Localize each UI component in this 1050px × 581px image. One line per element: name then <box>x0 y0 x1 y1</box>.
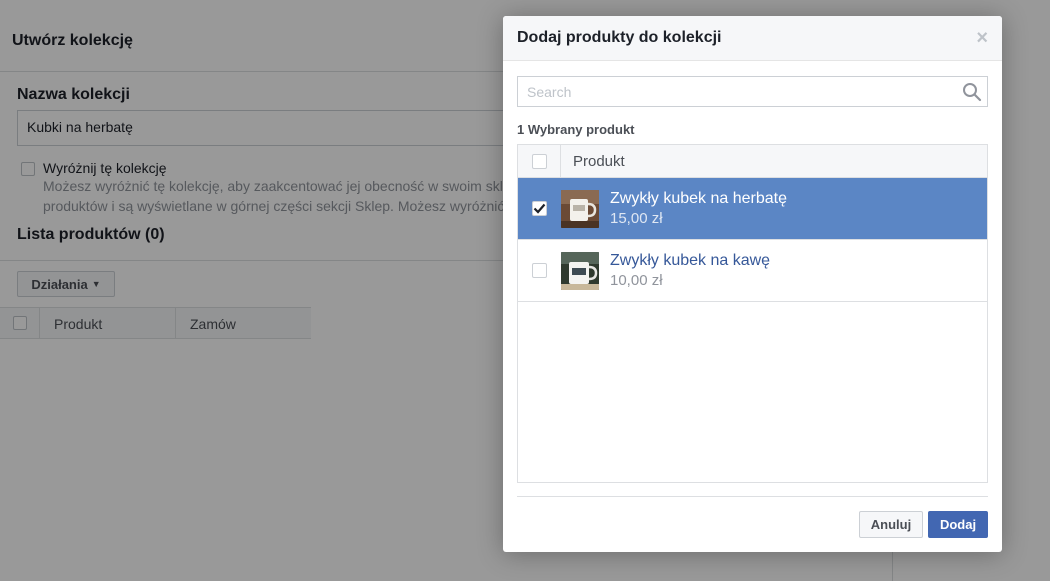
checkmark-icon <box>533 203 546 214</box>
row-checkbox-checked[interactable] <box>532 201 547 216</box>
product-thumbnail-tea-mug <box>561 189 599 228</box>
product-price: 10,00 zł <box>610 271 663 289</box>
add-products-dialog: Dodaj produkty do kolekcji × 1 Wybrany p… <box>503 16 1002 552</box>
product-table: Produkt Zwykły kubek na herbatę 15,00 zł… <box>517 144 988 483</box>
product-table-header: Produkt <box>518 145 987 178</box>
search-box <box>517 76 988 107</box>
search-icon[interactable] <box>961 81 983 103</box>
select-all-checkbox[interactable] <box>531 153 547 169</box>
dialog-header: Dodaj produkty do kolekcji × <box>503 16 1002 61</box>
table-row[interactable]: Zwykły kubek na kawę 10,00 zł <box>518 240 987 302</box>
product-thumbnail-coffee-mug <box>561 251 599 290</box>
dialog-title: Dodaj produkty do kolekcji <box>517 29 722 46</box>
product-price: 15,00 zł <box>610 209 663 227</box>
product-name: Zwykły kubek na herbatę <box>610 189 787 207</box>
product-name: Zwykły kubek na kawę <box>610 251 771 269</box>
row-checkbox[interactable] <box>532 263 547 278</box>
selected-count: 1 Wybrany produkt <box>517 122 635 137</box>
table-row[interactable]: Zwykły kubek na herbatę 15,00 zł <box>518 178 987 240</box>
cancel-button[interactable]: Anuluj <box>859 511 923 538</box>
footer-divider <box>517 496 988 497</box>
close-icon[interactable]: × <box>976 28 988 48</box>
add-button[interactable]: Dodaj <box>928 511 988 538</box>
search-input[interactable] <box>518 83 961 100</box>
column-product: Produkt <box>573 153 625 170</box>
